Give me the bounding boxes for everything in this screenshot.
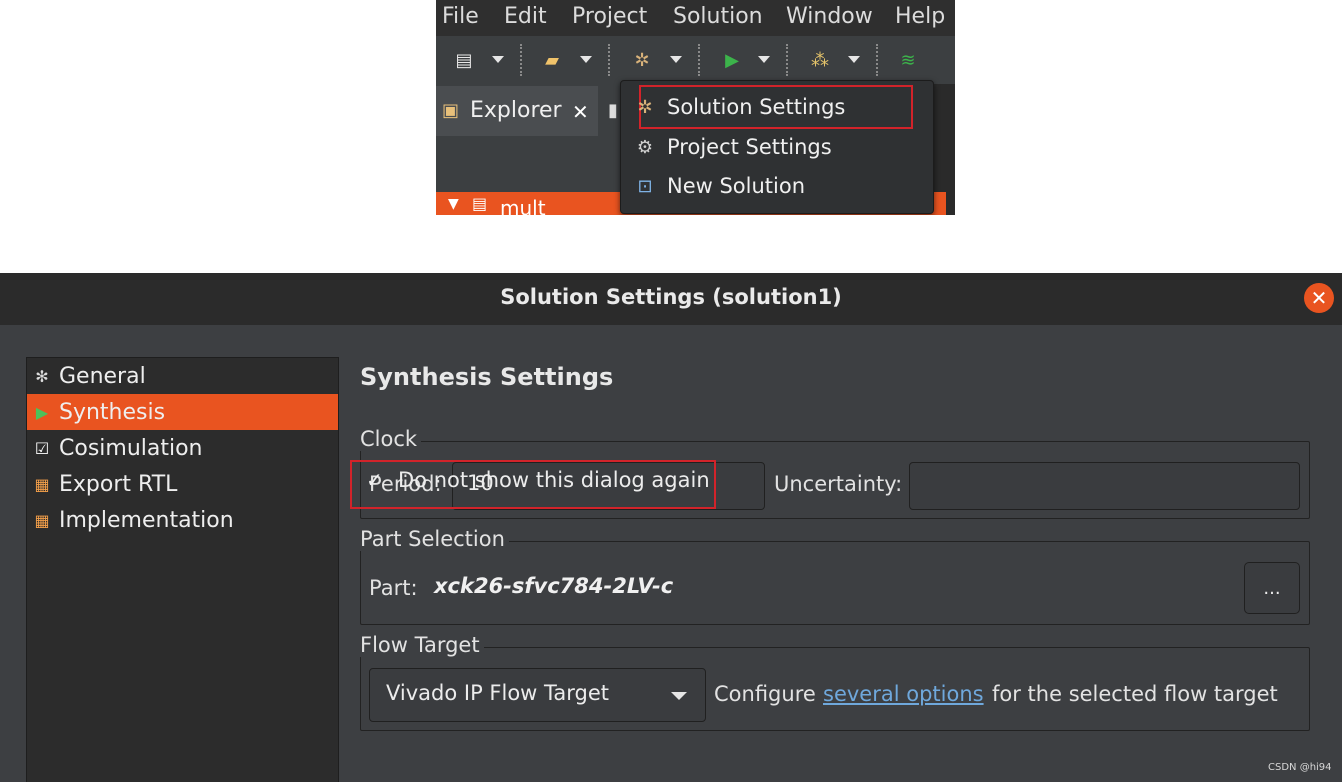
toolbar-separator [520, 44, 524, 76]
ide-window-crop: File Edit Project Solution Window Help ▤… [436, 0, 955, 215]
chevron-down-icon[interactable] [580, 56, 592, 63]
cosim-checkbox-icon: ☑ [34, 438, 50, 458]
menu-item-label: New Solution [667, 174, 806, 198]
nav-item-synthesis[interactable]: ▶ Synthesis [27, 394, 338, 430]
nav-item-general[interactable]: ✻ General [27, 358, 338, 394]
project-icon: ▤ [472, 194, 488, 213]
tree-project-label: mult [500, 196, 546, 215]
implementation-grid-icon: ▦ [34, 510, 50, 530]
menu-edit[interactable]: Edit [504, 4, 547, 29]
hierarchy-icon[interactable]: ⁂ [808, 48, 832, 72]
clock-group-label: Clock [360, 427, 422, 451]
part-selection-group-label: Part Selection [360, 527, 509, 551]
flow-configure-text: Configure [714, 682, 816, 706]
new-solution-icon: ⊡ [637, 175, 653, 197]
toolbar-separator [608, 44, 612, 76]
nav-item-implementation[interactable]: ▦ Implementation [27, 502, 338, 538]
synthesis-play-icon: ▶ [35, 402, 49, 422]
chevron-down-icon[interactable] [492, 56, 504, 63]
several-options-link[interactable]: several options [823, 682, 984, 706]
menu-help[interactable]: Help [895, 4, 945, 29]
dont-show-label: Do not show this dialog again [398, 468, 710, 492]
waveform-icon[interactable]: ≋ [896, 48, 920, 72]
menu-window[interactable]: Window [786, 4, 873, 29]
uncertainty-label: Uncertainty: [774, 472, 903, 496]
nav-item-label: Synthesis [59, 399, 166, 425]
new-file-icon[interactable]: ▤ [452, 48, 476, 72]
solution-dropdown-menu: ✲ Solution Settings ⚙ Project Settings ⊡… [620, 80, 934, 214]
toolbar-separator [876, 44, 880, 76]
open-folder-icon[interactable]: ▰ [540, 48, 564, 72]
menu-project[interactable]: Project [572, 4, 647, 29]
flow-description-text: for the selected flow target [992, 682, 1278, 706]
tab-explorer[interactable]: ▣ Explorer ✕ [436, 86, 598, 136]
chevron-down-icon[interactable]: ▼ [448, 196, 459, 212]
nav-item-label: Export RTL [59, 471, 178, 497]
settings-content: Synthesis Settings Clock Period: 10 Unce… [338, 325, 1342, 782]
explorer-icon: ▣ [442, 100, 460, 121]
menu-bar: File Edit Project Solution Window Help [436, 0, 955, 36]
menu-item-new-solution[interactable]: ⊡ New Solution [637, 170, 927, 202]
module-tab-icon[interactable]: ▮ [608, 100, 618, 121]
chevron-down-icon[interactable] [848, 56, 860, 63]
browse-part-button[interactable]: ... [1244, 562, 1300, 614]
toolbar-separator [786, 44, 790, 76]
nav-item-export-rtl[interactable]: ▦ Export RTL [27, 466, 338, 502]
close-icon: ✕ [1310, 286, 1328, 310]
menu-item-project-settings[interactable]: ⚙ Project Settings [637, 131, 927, 163]
section-title: Synthesis Settings [360, 363, 614, 391]
run-play-icon[interactable]: ▶ [720, 48, 744, 72]
checkmark-icon[interactable]: ✓ [366, 468, 388, 492]
nav-item-cosimulation[interactable]: ☑ Cosimulation [27, 430, 338, 466]
menu-item-label: Solution Settings [667, 95, 846, 119]
toolbar-separator [698, 44, 702, 76]
flow-target-selected: Vivado IP Flow Target [386, 681, 610, 705]
menu-file[interactable]: File [442, 4, 479, 29]
chevron-down-icon[interactable] [670, 56, 682, 63]
project-settings-icon: ⚙ [636, 136, 654, 158]
menu-item-label: Project Settings [667, 135, 832, 159]
flow-target-select[interactable]: Vivado IP Flow Target [369, 668, 706, 722]
dont-show-checkbox-row[interactable]: ✓ Do not show this dialog again [350, 460, 716, 509]
settings-nav: ✻ General ▶ Synthesis ☑ Cosimulation ▦ E… [26, 357, 339, 782]
export-grid-icon: ▦ [34, 474, 50, 494]
chevron-down-icon [671, 692, 687, 700]
flow-target-group-label: Flow Target [360, 633, 484, 657]
close-icon[interactable]: ✕ [572, 100, 589, 124]
part-value: xck26-sfvc784-2LV-c [434, 574, 674, 598]
nav-item-label: Cosimulation [59, 435, 203, 461]
solution-settings-dialog: Solution Settings (solution1) ✕ ✻ Genera… [0, 273, 1342, 782]
solution-settings-icon: ✲ [637, 96, 653, 118]
nav-item-label: General [59, 363, 146, 389]
menu-item-solution-settings[interactable]: ✲ Solution Settings [637, 91, 927, 123]
toolbar: ▤ ▰ ✲ ▶ ⁂ ≋ [436, 36, 955, 84]
menu-solution[interactable]: Solution [673, 4, 763, 29]
settings-gear-icon[interactable]: ✲ [630, 48, 654, 72]
watermark: CSDN @hi94 [1268, 762, 1332, 773]
part-label: Part: [369, 576, 418, 600]
dialog-title: Solution Settings (solution1) [500, 285, 842, 309]
uncertainty-field[interactable] [909, 462, 1300, 510]
dialog-titlebar: Solution Settings (solution1) ✕ [0, 273, 1342, 325]
nav-item-label: Implementation [59, 507, 234, 533]
chevron-down-icon[interactable] [758, 56, 770, 63]
tab-explorer-label: Explorer [470, 98, 562, 123]
general-gear-icon: ✻ [35, 366, 49, 386]
close-button[interactable]: ✕ [1304, 283, 1334, 313]
